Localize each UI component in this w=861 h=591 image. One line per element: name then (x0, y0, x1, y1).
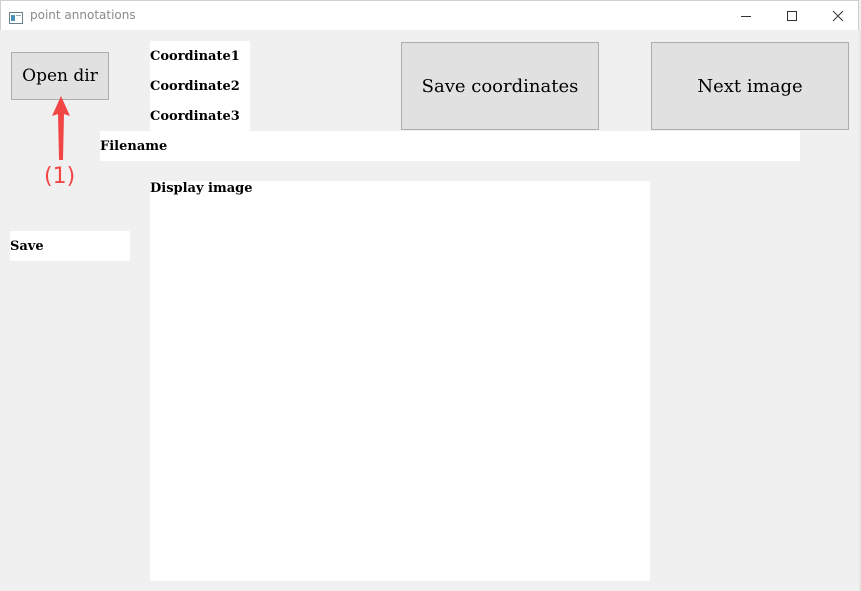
filename-label: Filename (100, 131, 800, 161)
main-window: Open dir Coordinate1 Coordinate2 Coordin… (0, 30, 861, 591)
annotation-arrow-icon (52, 96, 70, 160)
close-button[interactable] (815, 1, 861, 31)
save-status-label: Save (10, 231, 130, 261)
title-bar: point annotations (0, 0, 859, 30)
maximize-button[interactable] (769, 1, 815, 31)
coordinate3-label: Coordinate3 (150, 109, 240, 124)
image-display-area[interactable]: Display image (150, 181, 650, 581)
coordinate1-label: Coordinate1 (150, 49, 240, 64)
open-dir-button[interactable]: Open dir (11, 52, 109, 100)
annotation-label: (1) (44, 164, 76, 189)
maximize-icon (787, 11, 797, 21)
minimize-icon (741, 16, 751, 17)
window-title: point annotations (30, 8, 136, 22)
minimize-button[interactable] (723, 1, 769, 31)
coordinate2-label: Coordinate2 (150, 79, 240, 94)
coordinates-panel: Coordinate1 Coordinate2 Coordinate3 (150, 41, 250, 131)
app-icon (9, 9, 23, 24)
next-image-button[interactable]: Next image (651, 42, 849, 130)
close-icon (832, 10, 844, 22)
save-coordinates-button[interactable]: Save coordinates (401, 42, 599, 130)
